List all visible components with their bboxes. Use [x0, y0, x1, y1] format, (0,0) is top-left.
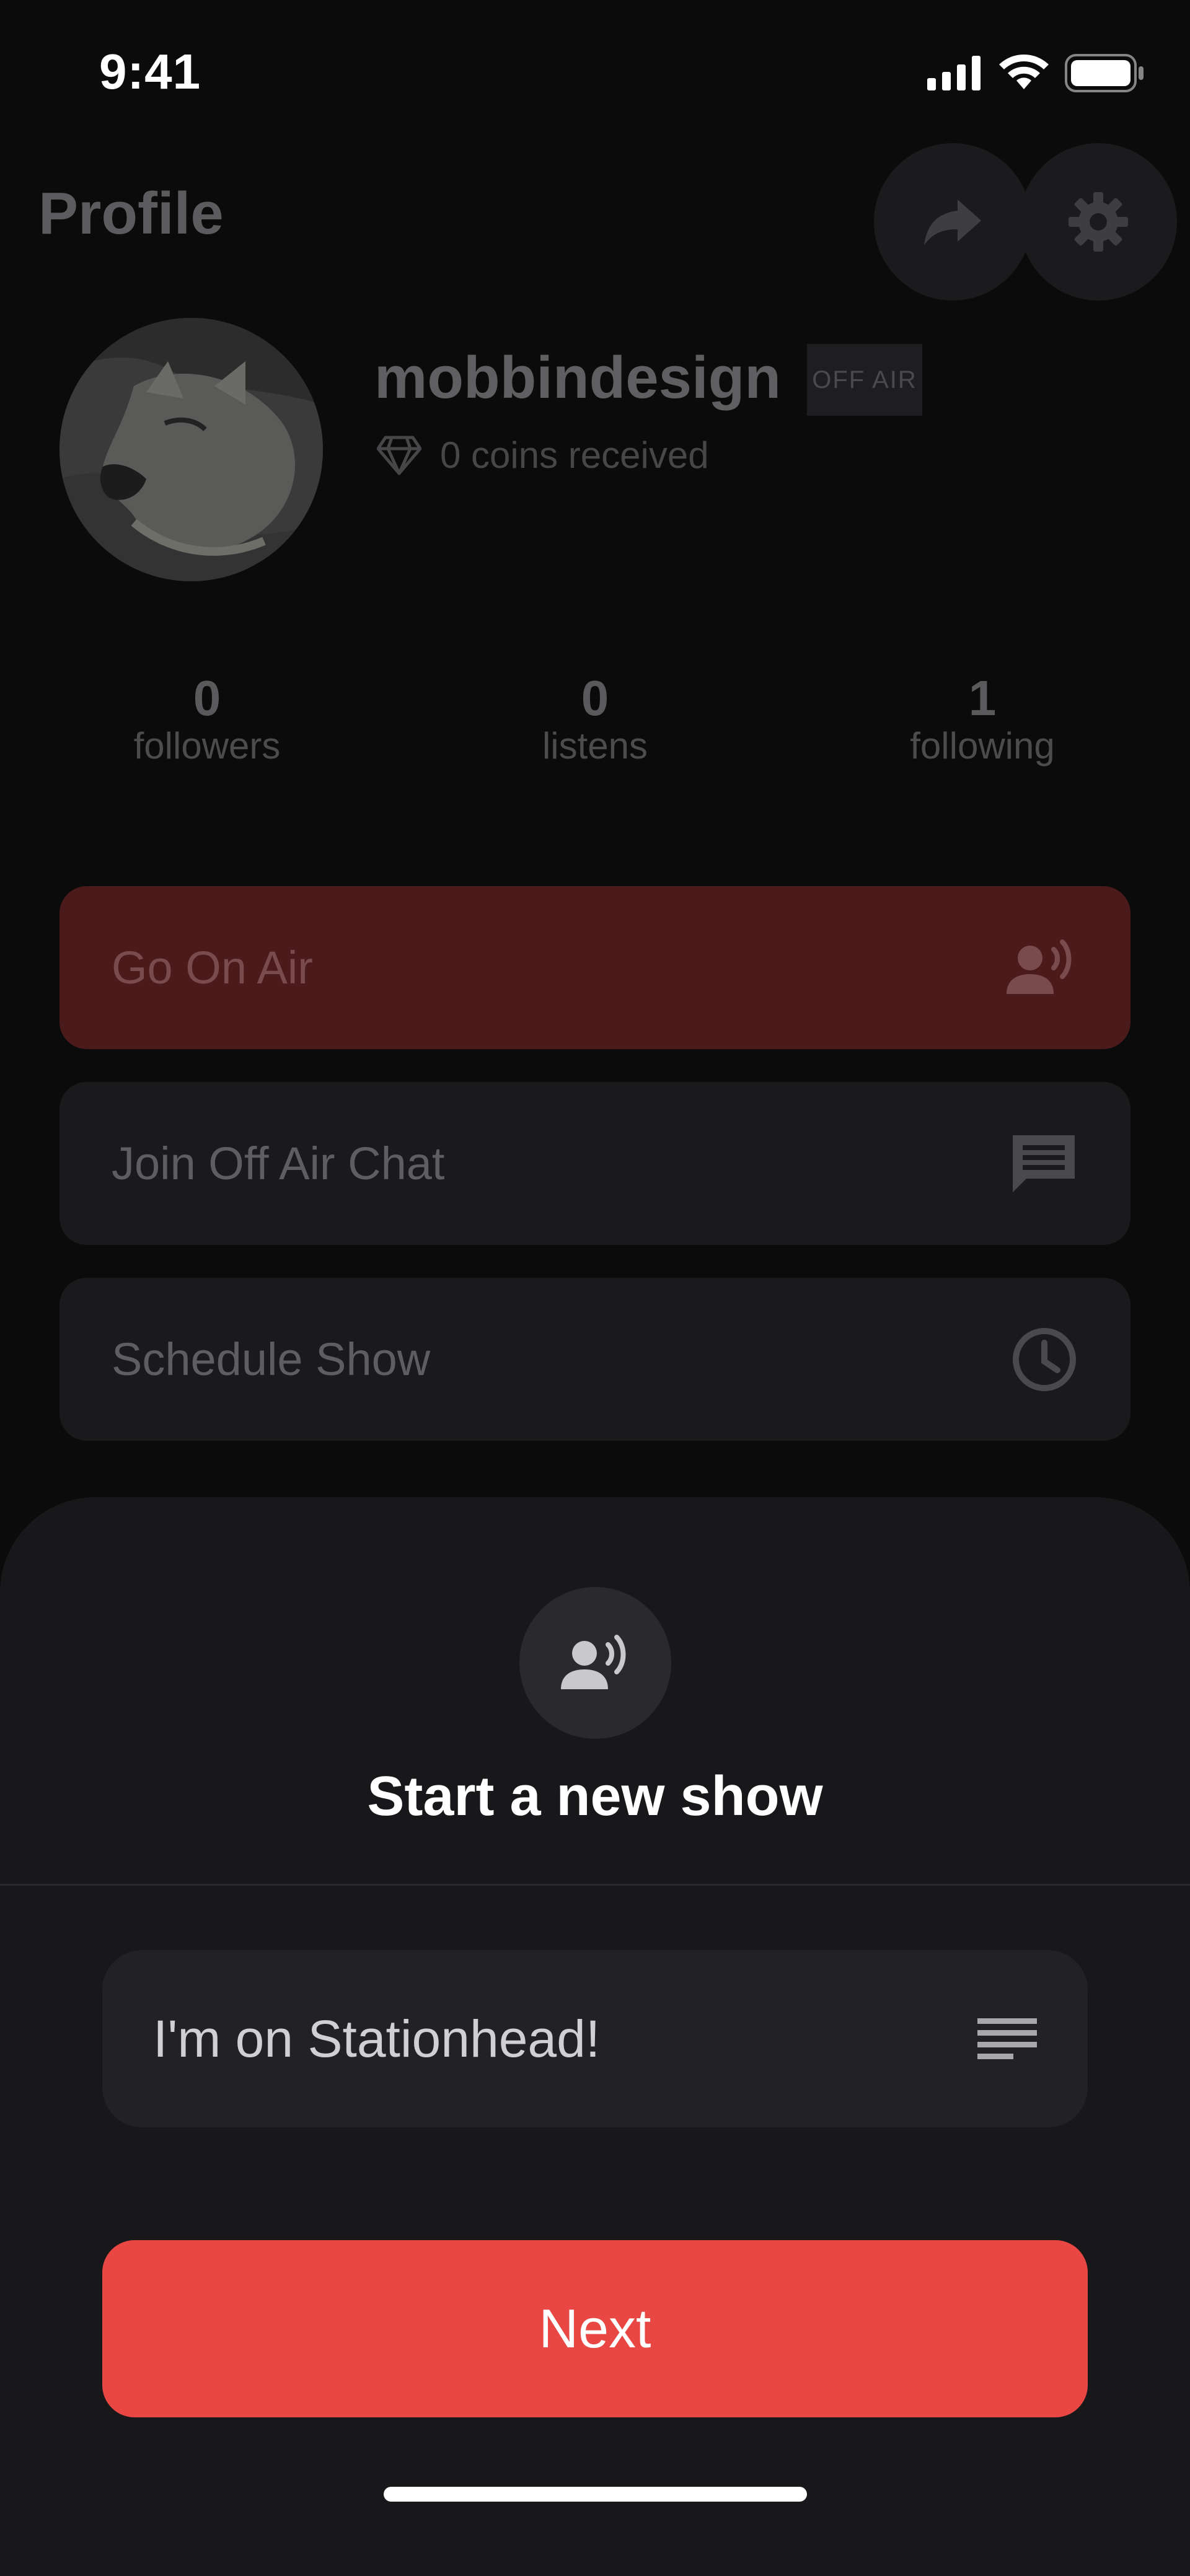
page-title: Profile	[38, 180, 224, 247]
schedule-show-label: Schedule Show	[112, 1334, 431, 1385]
schedule-show-button[interactable]: Schedule Show	[60, 1278, 1130, 1441]
show-title-input[interactable]: I'm on Stationhead!	[102, 1950, 1088, 2127]
sheet-icon-container	[519, 1587, 671, 1739]
username: mobbindesign	[374, 345, 781, 411]
join-off-air-chat-button[interactable]: Join Off Air Chat	[60, 1082, 1130, 1245]
battery-icon	[1065, 54, 1144, 92]
join-off-air-chat-label: Join Off Air Chat	[112, 1138, 445, 1189]
status-icons	[927, 53, 1145, 93]
stat-listens[interactable]: 0 listens	[440, 672, 750, 767]
stat-followers[interactable]: 0 followers	[52, 672, 362, 767]
stat-value: 1	[968, 670, 997, 726]
divider	[0, 1884, 1190, 1886]
share-button[interactable]	[874, 143, 1031, 301]
cellular-signal-icon	[927, 56, 981, 90]
gear-icon	[1069, 192, 1128, 252]
text-lines-icon[interactable]	[977, 2018, 1037, 2059]
start-show-sheet: Start a new show I'm on Stationhead! Nex…	[0, 1497, 1190, 2576]
avatar[interactable]	[60, 318, 323, 581]
coins-received-text: 0 coins received	[440, 434, 709, 476]
stat-label: followers	[133, 725, 281, 767]
broadcast-person-icon	[1007, 939, 1072, 994]
stat-label: following	[910, 725, 1055, 767]
go-on-air-button[interactable]: Go On Air	[60, 886, 1130, 1049]
go-on-air-label: Go On Air	[112, 942, 313, 993]
chat-icon	[1013, 1135, 1075, 1192]
status-time: 9:41	[99, 44, 201, 99]
share-icon	[924, 200, 981, 245]
show-title-value: I'm on Stationhead!	[153, 2009, 601, 2068]
diamond-icon	[377, 436, 421, 475]
coins-row: 0 coins received	[377, 434, 709, 477]
home-indicator[interactable]	[384, 2487, 807, 2502]
screen: 9:41 Profile mobbindesign OFF AIR 0 coin…	[0, 0, 1190, 2576]
stat-value: 0	[581, 670, 609, 726]
status-badge: OFF AIR	[807, 344, 922, 416]
dog-photo-avatar	[60, 318, 323, 581]
stat-value: 0	[193, 670, 221, 726]
next-button[interactable]: Next	[102, 2240, 1088, 2417]
broadcast-person-icon	[560, 1634, 625, 1689]
stat-label: listens	[542, 725, 648, 767]
sheet-title: Start a new show	[367, 1765, 823, 1827]
clock-icon	[1013, 1327, 1076, 1391]
wifi-icon	[999, 55, 1049, 89]
settings-button[interactable]	[1020, 143, 1177, 301]
stat-following[interactable]: 1 following	[827, 672, 1137, 767]
